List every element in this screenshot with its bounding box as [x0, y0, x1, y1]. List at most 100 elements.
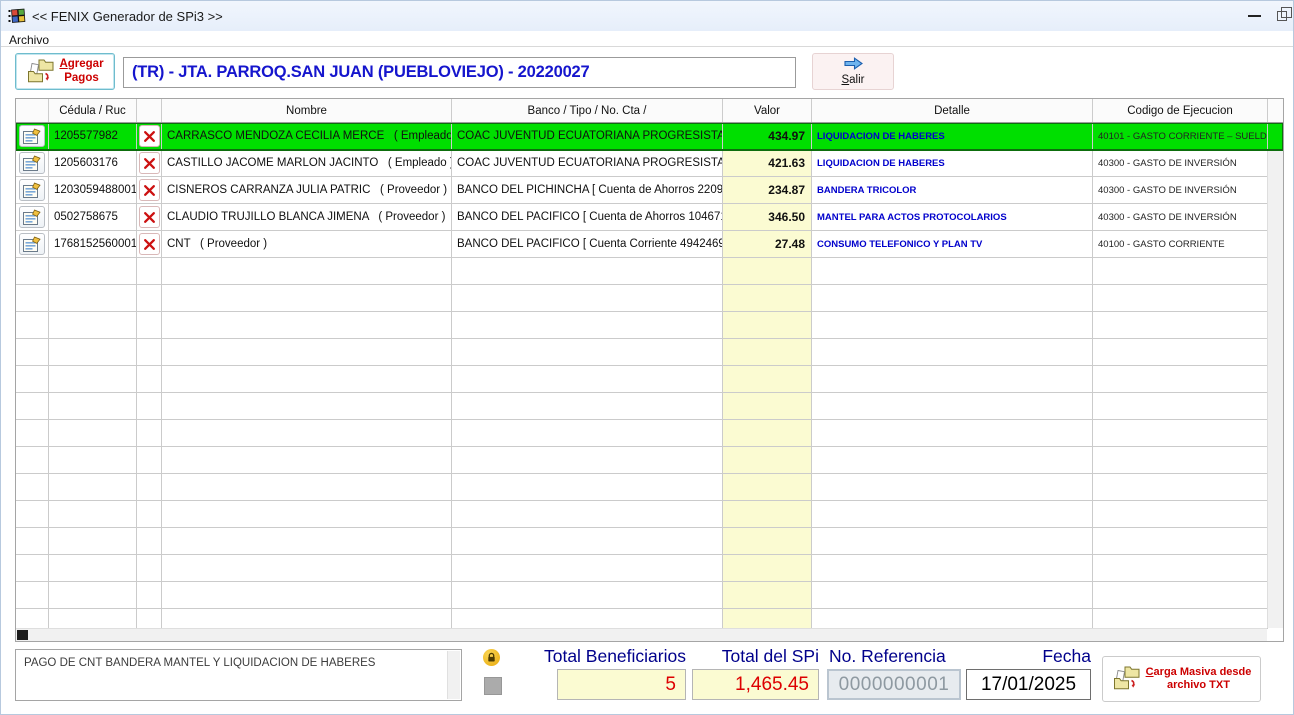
cell-banco	[452, 258, 723, 284]
cell-cedula	[49, 501, 137, 527]
cell-del	[137, 339, 162, 365]
row-delete-button[interactable]	[139, 179, 160, 201]
grid-row[interactable]: 1768152560001CNT ( Proveedor )BANCO DEL …	[16, 231, 1283, 258]
cell-codigo: 40101 - GASTO CORRIENTE – SUELDOS	[1093, 123, 1268, 149]
cell-valor	[723, 447, 812, 473]
cell-banco: COAC JUVENTUD ECUATORIANA PROGRESISTA LT…	[452, 123, 723, 149]
column-header-banco[interactable]: Banco / Tipo / No. Cta /	[452, 99, 723, 122]
cell-detalle	[812, 609, 1093, 629]
cell-edit	[16, 177, 49, 203]
cell-del	[137, 393, 162, 419]
cell-del	[137, 501, 162, 527]
salir-button[interactable]: Salir	[812, 53, 894, 90]
cell-del	[137, 123, 162, 149]
cell-nombre	[162, 393, 452, 419]
row-delete-button[interactable]	[139, 206, 160, 228]
cell-del	[137, 150, 162, 176]
cell-valor: 234.87	[723, 177, 812, 203]
cell-codigo	[1093, 447, 1268, 473]
cell-valor	[723, 501, 812, 527]
cell-banco	[452, 447, 723, 473]
cell-cedula	[49, 582, 137, 608]
grid-row[interactable]: 0502758675CLAUDIO TRUJILLO BLANCA JIMENA…	[16, 204, 1283, 231]
cell-del	[137, 177, 162, 203]
cell-edit	[16, 258, 49, 284]
cell-valor	[723, 339, 812, 365]
column-header-del[interactable]	[137, 99, 162, 122]
carga-masiva-button[interactable]: Carga Masiva desdearchivo TXT	[1102, 656, 1261, 702]
observaciones-textarea[interactable]: PAGO DE CNT BANDERA MANTEL Y LIQUIDACION…	[15, 649, 462, 701]
grid-row[interactable]: 1205603176CASTILLO JACOME MARLON JACINTO…	[16, 150, 1283, 177]
cell-banco: COAC JUVENTUD ECUATORIANA PROGRESISTA LT…	[452, 150, 723, 176]
cell-codigo: 40100 - GASTO CORRIENTE	[1093, 231, 1268, 257]
cell-edit	[16, 366, 49, 392]
cell-del	[137, 474, 162, 500]
add-payments-folder-icon	[26, 57, 56, 87]
column-header-valor[interactable]: Valor	[723, 99, 812, 122]
entity-input[interactable]: (TR) - JTA. PARROQ.SAN JUAN (PUEBLOVIEJO…	[123, 57, 796, 88]
cell-banco	[452, 366, 723, 392]
row-edit-button[interactable]	[19, 233, 45, 255]
cell-codigo	[1093, 501, 1268, 527]
row-delete-button[interactable]	[139, 152, 160, 174]
cell-del	[137, 366, 162, 392]
no-referencia-label: No. Referencia	[829, 646, 946, 667]
cell-banco: BANCO DEL PICHINCHA [ Cuenta de Ahorros …	[452, 177, 723, 203]
row-edit-button[interactable]	[19, 152, 45, 174]
cell-cedula	[49, 366, 137, 392]
observaciones-scrollbar[interactable]	[447, 651, 460, 699]
cell-nombre: CASTILLO JACOME MARLON JACINTO ( Emplead…	[162, 150, 452, 176]
row-edit-button[interactable]	[19, 179, 45, 201]
cell-detalle	[812, 474, 1093, 500]
column-header-detalle[interactable]: Detalle	[812, 99, 1093, 122]
row-edit-button[interactable]	[19, 206, 45, 228]
lock-icon	[483, 649, 500, 666]
cell-valor: 434.97	[723, 123, 812, 149]
cell-detalle	[812, 555, 1093, 581]
cell-banco	[452, 420, 723, 446]
cell-cedula	[49, 609, 137, 629]
restore-button[interactable]	[1271, 1, 1293, 31]
cell-banco	[452, 393, 723, 419]
column-header-cedula[interactable]: Cédula / Ruc	[49, 99, 137, 122]
grid-row[interactable]: 1203059488001CISNEROS CARRANZA JULIA PAT…	[16, 177, 1283, 204]
grid-vertical-scrollbar[interactable]	[1267, 123, 1283, 628]
cell-detalle: CONSUMO TELEFONICO Y PLAN TV	[812, 231, 1093, 257]
cell-banco	[452, 285, 723, 311]
cell-cedula: 0502758675	[49, 204, 137, 230]
cell-del	[137, 555, 162, 581]
cell-edit	[16, 555, 49, 581]
agregar-pagos-button[interactable]: AgregarPagos	[15, 53, 115, 90]
cell-cedula	[49, 285, 137, 311]
cell-del	[137, 204, 162, 230]
cell-codigo	[1093, 609, 1268, 629]
grid-hscroll-thumb[interactable]	[17, 630, 28, 640]
row-delete-button[interactable]	[139, 233, 160, 255]
total-beneficiarios-label: Total Beneficiarios	[519, 646, 686, 667]
cell-valor	[723, 285, 812, 311]
fecha-input[interactable]: 17/01/2025	[966, 669, 1091, 700]
grid-horizontal-scrollbar[interactable]	[16, 628, 1267, 641]
minimize-button[interactable]	[1237, 1, 1271, 31]
row-edit-button[interactable]	[19, 125, 45, 147]
cell-valor: 346.50	[723, 204, 812, 230]
cell-detalle	[812, 285, 1093, 311]
grid-empty-row	[16, 501, 1283, 528]
disabled-checkbox[interactable]	[484, 677, 502, 695]
row-delete-button[interactable]	[139, 125, 160, 147]
column-header-codigo[interactable]: Codigo de Ejecucion	[1093, 99, 1268, 122]
cell-codigo	[1093, 474, 1268, 500]
grid-empty-row	[16, 447, 1283, 474]
cell-nombre	[162, 528, 452, 554]
column-header-nombre[interactable]: Nombre	[162, 99, 452, 122]
grid-row[interactable]: 1205577982CARRASCO MENDOZA CECILIA MERCE…	[16, 123, 1283, 150]
no-referencia-input[interactable]: 0000000001	[827, 669, 961, 700]
menu-archivo[interactable]: Archivo	[1, 32, 57, 48]
grid-empty-row	[16, 555, 1283, 582]
cell-edit	[16, 204, 49, 230]
cell-banco	[452, 501, 723, 527]
column-header-edit[interactable]	[16, 99, 49, 122]
cell-valor	[723, 609, 812, 629]
cell-banco	[452, 609, 723, 629]
cell-detalle	[812, 501, 1093, 527]
